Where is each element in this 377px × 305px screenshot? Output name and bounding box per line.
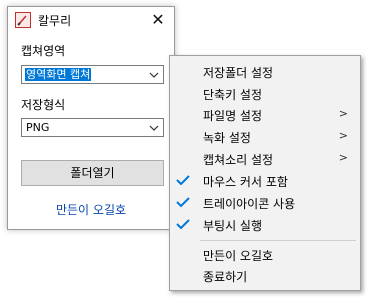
menu-item-label: 녹화 설정 [203,131,251,145]
menu-separator [200,240,356,241]
window-title: 칼무리 [38,14,72,28]
menu-item-label: 캡쳐소리 설정 [203,153,274,167]
main-window: 칼무리 ✕ 캡쳐영역 영역화면 캡쳐 저장형식 PNG 폴더열기 만든이 오길호 [7,6,175,230]
menu-item-hotkey[interactable]: 단축키 설정 [170,82,360,104]
context-menu: 저장폴더 설정 단축키 설정 파일명 설정 > 녹화 설정 > 캡쳐소리 설정 … [169,55,361,291]
menu-item-label: 종료하기 [203,270,248,284]
capture-area-select[interactable]: 영역화면 캡쳐 [21,65,164,84]
save-format-select[interactable]: PNG [21,118,164,137]
submenu-arrow-icon: > [338,129,348,142]
menu-item-capture-sound[interactable]: 캡쳐소리 설정 > [170,147,360,169]
checkmark-icon [176,197,190,208]
menu-item-tray-icon[interactable]: 트레이아이콘 사용 [170,191,360,213]
menu-item-mouse-cursor[interactable]: 마우스 커서 포함 [170,169,360,191]
menu-item-label: 저장폴더 설정 [203,66,274,80]
capture-area-value: 영역화면 캡쳐 [23,67,93,82]
menu-item-label: 파일명 설정 [203,109,263,123]
save-format-label: 저장형식 [21,98,66,112]
menu-item-label: 마우스 커서 포함 [203,175,288,189]
menu-item-exit[interactable]: 종료하기 [170,264,360,286]
menu-item-save-folder[interactable]: 저장폴더 설정 [170,60,360,82]
chevron-down-icon [149,125,159,131]
app-icon [15,12,31,28]
checkmark-icon [176,175,190,186]
menu-item-recording[interactable]: 녹화 설정 > [170,125,360,147]
save-format-value: PNG [26,121,50,134]
close-icon: ✕ [151,10,165,29]
menu-item-filename[interactable]: 파일명 설정 > [170,103,360,125]
chevron-down-icon [149,72,159,78]
submenu-arrow-icon: > [338,107,348,120]
menu-item-label: 부팅시 실행 [203,219,263,233]
about-link[interactable]: 만든이 오길호 [8,201,174,218]
menu-item-run-on-boot[interactable]: 부팅시 실행 [170,213,360,235]
checkmark-icon [176,219,190,230]
open-folder-button[interactable]: 폴더열기 [21,160,164,186]
menu-item-label: 단축키 설정 [203,88,263,102]
menu-item-label: 만든이 오길호 [203,249,274,263]
capture-area-label: 캡쳐영역 [21,44,66,58]
submenu-arrow-icon: > [338,151,348,164]
menu-item-label: 트레이아이콘 사용 [203,197,296,211]
close-button[interactable]: ✕ [148,10,168,30]
menu-item-about[interactable]: 만든이 오길호 [170,243,360,265]
title-bar: 칼무리 ✕ [8,7,174,33]
